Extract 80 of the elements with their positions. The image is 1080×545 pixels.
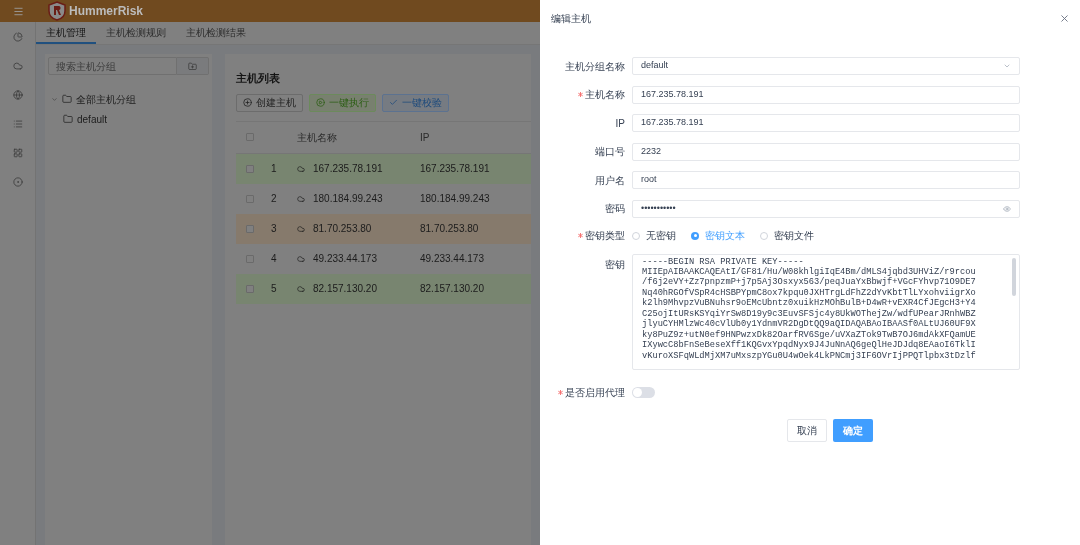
add-folder-button[interactable]	[177, 57, 209, 75]
action-button[interactable]: 创建主机	[236, 93, 303, 112]
tab[interactable]: 主机检测规则	[96, 22, 176, 44]
cancel-button[interactable]: 取消	[787, 418, 827, 442]
globe-icon[interactable]	[12, 90, 23, 100]
table-cell-text: 2	[270, 192, 278, 206]
grid-icon[interactable]	[12, 148, 23, 158]
table-cell-text: 49.233.44.173	[419, 252, 485, 266]
eye-icon[interactable]	[1003, 204, 1011, 213]
input-field[interactable]: root	[632, 171, 1020, 189]
table-cell-text: 180.184.99.243	[313, 192, 383, 206]
radio-label[interactable]: 密钥文本	[705, 228, 745, 243]
check-icon	[389, 98, 398, 107]
field-label: 主机名称	[585, 88, 625, 102]
tab[interactable]: 主机检测结果	[176, 22, 256, 44]
table-cell-text: 167.235.78.191	[313, 162, 383, 176]
table-cell-text: 81.70.253.80	[313, 222, 372, 236]
field-label: 密钥	[605, 257, 625, 272]
brand-name: HummerRisk	[69, 3, 144, 20]
table-row[interactable]: 3 81.70.253.80 81.70.253.80	[236, 213, 531, 244]
target-icon[interactable]	[12, 177, 23, 187]
caret-icon[interactable]	[51, 95, 58, 103]
radio-label[interactable]: 无密钥	[646, 228, 676, 243]
tree-item[interactable]: 全部主机分组	[76, 91, 136, 107]
confirm-button[interactable]: 确定	[833, 418, 873, 442]
table-cell-text: 81.70.253.80	[419, 222, 480, 236]
radio-button[interactable]	[632, 231, 640, 240]
drawer-title: 编辑主机	[551, 12, 591, 26]
input-field[interactable]: 167.235.78.191	[632, 85, 1020, 104]
field-label: 密钥类型	[585, 229, 625, 243]
select-field[interactable]: default	[632, 57, 1020, 75]
checkbox[interactable]	[245, 164, 254, 173]
field-label: 密码	[605, 202, 625, 216]
table-cell-text: 3	[270, 222, 278, 236]
radio-button[interactable]	[760, 231, 768, 240]
input-field[interactable]: 2232	[632, 142, 1020, 161]
table-cell-text: 82.157.130.20	[419, 282, 485, 296]
plus-circle-icon	[243, 98, 252, 107]
cloud-icon[interactable]	[12, 61, 23, 71]
field-label: 端口号	[595, 145, 625, 159]
checkbox[interactable]	[245, 284, 254, 293]
panel-title: 主机列表	[236, 71, 281, 86]
cloud-icon	[297, 284, 305, 293]
cloud-icon	[297, 254, 305, 263]
field-label: 是否启用代理	[565, 386, 625, 400]
table-cell-text: 5	[270, 282, 278, 296]
field-label: IP	[615, 116, 625, 131]
column-header: IP	[419, 130, 431, 145]
menu-icon[interactable]	[12, 5, 24, 17]
field-label: 主机分组名称	[565, 59, 625, 74]
table-cell-text: 1	[270, 162, 278, 176]
chevron-down-icon	[1003, 62, 1011, 70]
list-icon[interactable]	[12, 119, 23, 129]
tab[interactable]: 主机管理	[36, 22, 96, 44]
table-row[interactable]: 1 167.235.78.191 167.235.78.191	[236, 153, 531, 184]
password-field[interactable]: •••••••••••	[632, 199, 1020, 218]
folder-add-icon	[188, 61, 197, 71]
table-cell-text: 167.235.78.191	[419, 162, 491, 176]
pie-chart-icon[interactable]	[12, 32, 23, 42]
table-cell-text: 180.184.99.243	[419, 192, 491, 206]
radio-label[interactable]: 密钥文件	[774, 228, 814, 243]
toggle-switch[interactable]	[632, 387, 655, 398]
cloud-icon	[297, 164, 305, 173]
tree-item[interactable]: default	[77, 111, 108, 127]
key-textarea[interactable]: -----BEGIN RSA PRIVATE KEY----- MIIEpAIBAAKCAQEAtI/GF81/Hu/W08khlgiIqE4Bm/dMLS4jqbd3UHViZ/r9rcou /f6j2eVY+Zz7pnpzmP+j7p5Aj3Osxyx563/peqJuaYxBbwjf+VGcFYhvp71O9DE7 Nq40hRGOfVSpR4cHSBPYpmC8ox7kpqu0JXHTrgLdFhZ2dYvKbtTlLYxohviigrXo k2lh9MhvpzVuBNuhsr9oEMcUbntz0xuikHzMOhBulB+D4wR+vEXR4CfJEgcH3+Y4 C25ojItURsKSYqiYrSw8D19y9c3EuvSFSjc4y8UkWOThejZw/wdfUPearJRnhWBZ jlyuCYHMlzWc40cVlUb0y1YdnmVR2DgDtQQ9aQIDAQABAoIBAASf0ALtUJ60UF9X ky8PuZ9z+utN0ef9HNPwzxDk82OarfRV6Sge/uVXaZTok9TwB7OJ6mdAkXFQamUE IXywcC8bFnSeBeseXff1KQGvxYpqdNyx9J4JuNnAQ6geQlHeJDJdq8EAaoI6TklI vKuroXSFqWLdMjXM7uMxszpYGu0U4wOek4LkPNCmj3IF6OVrIjPPQTlpbx3tDzlf	[632, 253, 1020, 370]
folder-icon	[62, 94, 72, 104]
cloud-icon	[297, 224, 305, 233]
field-label: 用户名	[595, 173, 625, 188]
checkbox[interactable]	[245, 224, 254, 233]
cloud-icon	[297, 194, 305, 203]
close-icon[interactable]	[1059, 13, 1070, 24]
play-circle-icon	[316, 98, 325, 107]
table-cell-text: 49.233.44.173	[313, 252, 377, 266]
column-header: 主机名称	[296, 130, 338, 145]
table-cell-text: 4	[270, 252, 278, 266]
table-cell-text: 82.157.130.20	[313, 282, 377, 296]
input-field[interactable]: 167.235.78.191	[632, 114, 1020, 132]
folder-icon	[63, 114, 73, 124]
table-row[interactable]: 5 82.157.130.20 82.157.130.20	[236, 273, 531, 304]
radio-button[interactable]	[691, 231, 699, 240]
